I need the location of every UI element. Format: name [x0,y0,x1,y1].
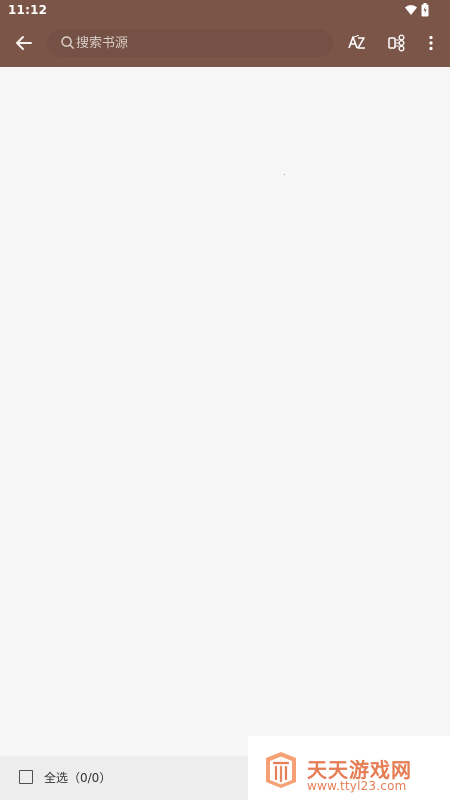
search-icon [60,35,76,51]
bottom-selection-bar: 全选（0/0） [0,756,248,800]
app-header: 11:12 [0,0,450,67]
more-button[interactable] [420,30,442,56]
more-vert-icon [429,35,433,51]
status-time: 11:12 [8,3,48,17]
watermark-url: www.ttyl23.com [307,779,407,793]
status-bar: 11:12 [0,0,450,20]
sort-az-icon [348,35,365,49]
wifi-icon-svg [405,5,417,15]
group-button[interactable] [384,30,410,56]
battery-icon-svg [421,3,429,17]
arrow-left-icon [16,36,32,50]
toolbar [0,20,450,67]
search-box[interactable] [47,29,333,57]
back-button[interactable] [11,30,37,56]
book-source-list [0,67,450,756]
empty-list-speck [284,174,285,175]
search-input[interactable] [76,29,326,57]
sort-button[interactable] [344,30,370,56]
watermark-logo-icon [266,752,296,788]
watermark-overlay: 天天游戏网 www.ttyl23.com [248,736,450,800]
select-all-checkbox[interactable] [19,770,33,784]
wifi-icon [404,4,418,16]
battery-icon [421,3,429,17]
select-all-label[interactable]: 全选（0/0） [44,769,111,786]
book-source-screen: 11:12 搜索书源 全选（0/0） 天天游戏网 www.ttyl23.com [0,0,450,800]
group-icon [388,34,405,52]
status-icons [404,3,430,17]
